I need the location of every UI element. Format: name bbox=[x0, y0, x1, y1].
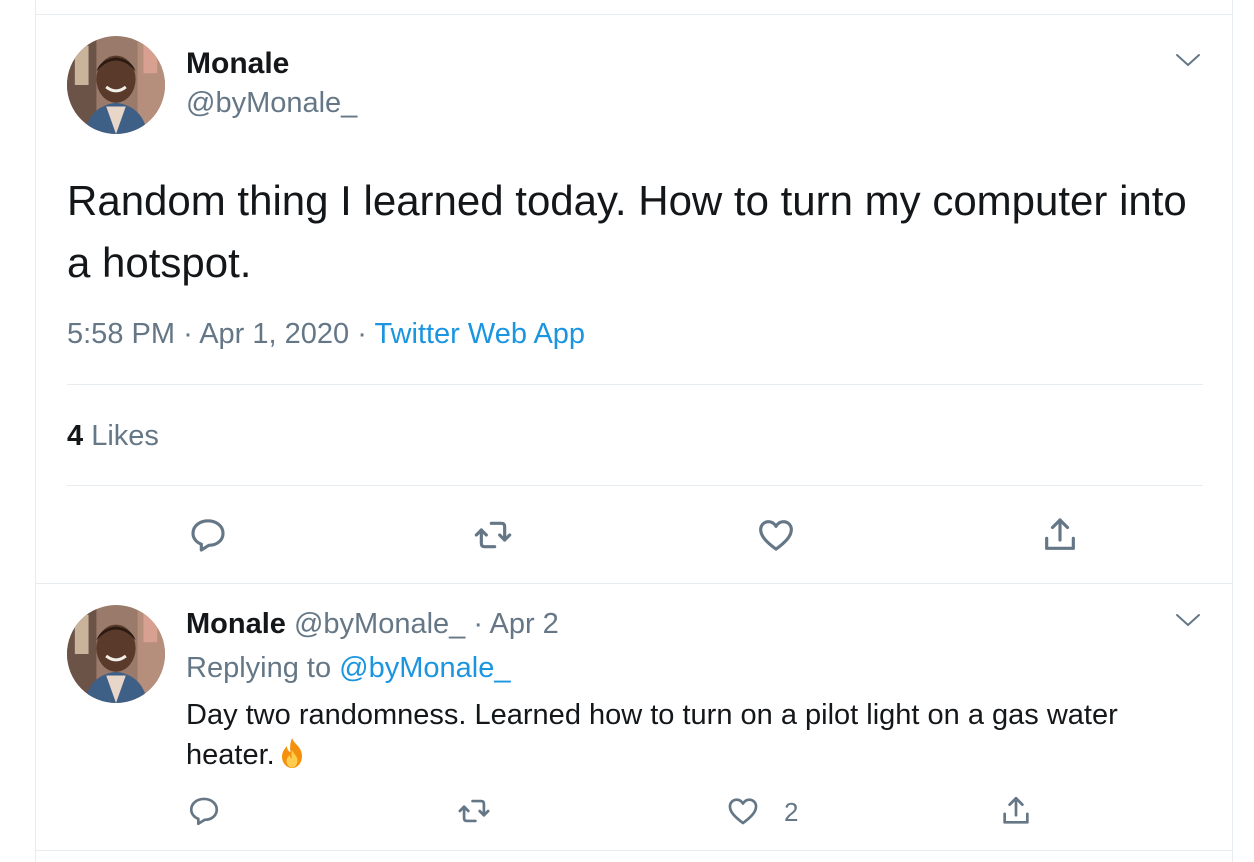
tweet-source-link[interactable]: Twitter Web App bbox=[374, 318, 585, 350]
tweet-text: Random thing I learned today. How to tur… bbox=[67, 177, 1187, 286]
meta-separator: · bbox=[357, 318, 367, 350]
share-icon[interactable] bbox=[1040, 515, 1080, 555]
retweet-icon[interactable] bbox=[457, 794, 491, 828]
tweet-time[interactable]: 5:58 PM bbox=[67, 318, 175, 350]
replying-to: Replying to @byMonale_ bbox=[186, 652, 510, 685]
author-handle[interactable]: @byMonale_ bbox=[186, 87, 357, 120]
fire-emoji-icon bbox=[275, 736, 309, 770]
author-name[interactable]: Monale bbox=[186, 608, 286, 640]
chevron-down-icon[interactable] bbox=[1174, 610, 1202, 630]
replying-to-link[interactable]: @byMonale_ bbox=[339, 652, 510, 684]
reply-header: Monale @byMonale_ · Apr 2 bbox=[186, 608, 559, 641]
chevron-down-icon[interactable] bbox=[1174, 50, 1202, 70]
avatar[interactable] bbox=[67, 605, 165, 703]
retweet-icon[interactable] bbox=[473, 515, 513, 555]
divider bbox=[67, 485, 1203, 486]
tweet-thread: Monale @byMonale_ Random thing I learned… bbox=[35, 0, 1233, 862]
avatar-image bbox=[67, 605, 165, 703]
replying-prefix: Replying to bbox=[186, 652, 332, 684]
tweet-text: Day two randomness. Learned how to turn … bbox=[186, 699, 1118, 771]
bottom-divider bbox=[36, 850, 1232, 851]
like-count: 2 bbox=[784, 797, 799, 827]
avatar-image bbox=[67, 36, 165, 134]
likes-label: Likes bbox=[91, 420, 159, 452]
tweet-date[interactable]: Apr 2 bbox=[489, 608, 558, 640]
author-handle[interactable]: @byMonale_ bbox=[294, 608, 465, 640]
like-icon[interactable] bbox=[756, 515, 796, 555]
reply-icon[interactable] bbox=[188, 515, 228, 555]
likes-count: 4 bbox=[67, 420, 84, 452]
likes-stat[interactable]: 4 Likes bbox=[67, 420, 159, 453]
like-icon[interactable] bbox=[726, 794, 760, 828]
tweet-meta: 5:58 PM · Apr 1, 2020 · Twitter Web App bbox=[67, 318, 585, 351]
reply-icon[interactable] bbox=[187, 794, 221, 828]
meta-separator: · bbox=[473, 608, 484, 640]
top-divider bbox=[36, 14, 1232, 15]
avatar[interactable] bbox=[67, 36, 165, 134]
divider bbox=[67, 384, 1203, 385]
meta-separator: · bbox=[183, 318, 193, 350]
author-name[interactable]: Monale bbox=[186, 47, 289, 81]
tweet-date[interactable]: Apr 1, 2020 bbox=[199, 318, 349, 350]
reply-text-block: Day two randomness. Learned how to turn … bbox=[186, 695, 1196, 775]
share-icon[interactable] bbox=[999, 794, 1033, 828]
tweet-separator bbox=[36, 583, 1232, 584]
